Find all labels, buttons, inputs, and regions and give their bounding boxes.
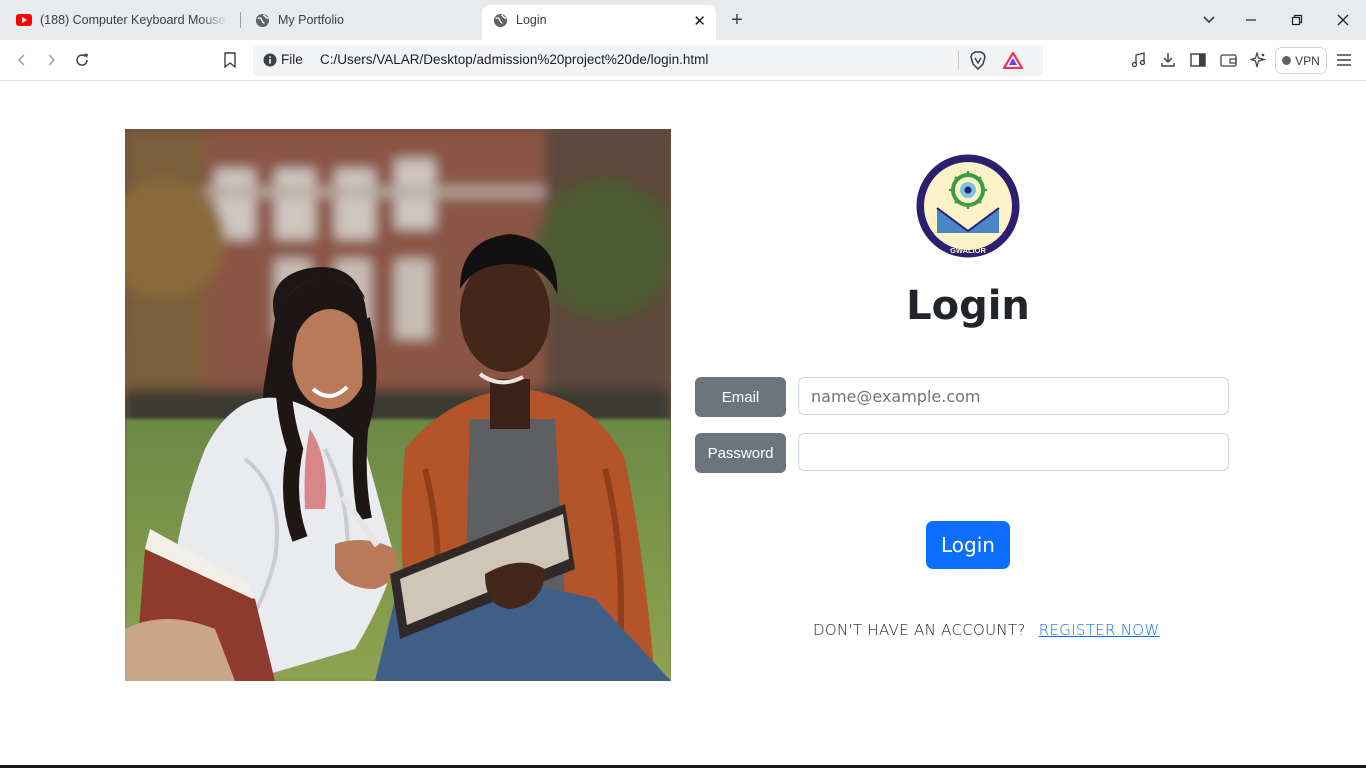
info-icon[interactable] [263, 53, 277, 72]
bookmark-icon[interactable] [220, 50, 240, 70]
tab-search-chevron-icon[interactable] [1202, 12, 1216, 31]
reload-icon[interactable] [72, 50, 92, 70]
address-divider [958, 51, 959, 70]
new-tab-button[interactable]: + [727, 9, 747, 32]
tab-my-portfolio[interactable]: My Portfolio [244, 5, 476, 35]
logo-city-text: GWALIOR [950, 246, 986, 255]
tab-title: (188) Computer Keyboard Mouse M [40, 13, 228, 27]
tab-login[interactable]: Login ✕ [482, 5, 716, 40]
tab-title: My Portfolio [278, 13, 344, 27]
college-logo: MAHARANA PRATAP COLLEGE OF TECHNOLOGY GW… [912, 146, 1021, 259]
vpn-status-icon [1282, 56, 1292, 65]
download-icon[interactable] [1158, 50, 1178, 70]
address-bar[interactable]: File C:/Users/VALAR/Desktop/admission%20… [253, 45, 1043, 76]
menu-icon[interactable] [1334, 50, 1354, 70]
restore-button[interactable] [1274, 0, 1320, 40]
register-prompt-text: DON'T HAVE AN ACCOUNT? [813, 621, 1026, 639]
tab-title: Login [516, 13, 547, 27]
login-page: MAHARANA PRATAP COLLEGE OF TECHNOLOGY GW… [0, 81, 1366, 765]
vpn-button[interactable]: VPN [1275, 47, 1327, 74]
youtube-icon [16, 12, 32, 28]
leo-ai-icon[interactable] [1248, 50, 1268, 70]
scheme-label: File [281, 52, 303, 67]
tab-youtube[interactable]: (188) Computer Keyboard Mouse M [6, 5, 238, 35]
wallet-icon[interactable] [1218, 50, 1238, 70]
page-title: Login [906, 283, 1030, 329]
browser-toolbar: File C:/Users/VALAR/Desktop/admission%20… [0, 40, 1366, 81]
minimize-button[interactable] [1228, 0, 1274, 40]
music-note-icon[interactable] [1128, 50, 1148, 70]
tab-strip: (188) Computer Keyboard Mouse M My Portf… [0, 0, 1366, 40]
email-label: Email [695, 377, 786, 417]
vpn-label: VPN [1295, 53, 1320, 68]
close-window-button[interactable] [1320, 0, 1366, 40]
email-field[interactable] [798, 377, 1229, 415]
back-arrow-icon[interactable] [12, 50, 32, 70]
globe-icon [492, 12, 508, 28]
globe-icon [254, 12, 270, 28]
forward-arrow-icon[interactable] [41, 50, 61, 70]
brave-shield-icon[interactable] [969, 51, 987, 75]
register-prompt-row: DON'T HAVE AN ACCOUNT? REGISTER NOW [813, 621, 1160, 639]
password-label: Password [695, 433, 786, 473]
students-photo [125, 129, 671, 681]
tab-divider [240, 12, 241, 28]
password-field[interactable] [798, 433, 1229, 471]
brave-rewards-icon[interactable] [1002, 50, 1024, 74]
login-button[interactable]: Login [926, 521, 1010, 569]
register-now-link[interactable]: REGISTER NOW [1039, 621, 1160, 639]
sidebar-toggle-icon[interactable] [1188, 50, 1208, 70]
close-tab-icon[interactable]: ✕ [693, 12, 706, 30]
url-text[interactable]: C:/Users/VALAR/Desktop/admission%20proje… [320, 52, 708, 67]
